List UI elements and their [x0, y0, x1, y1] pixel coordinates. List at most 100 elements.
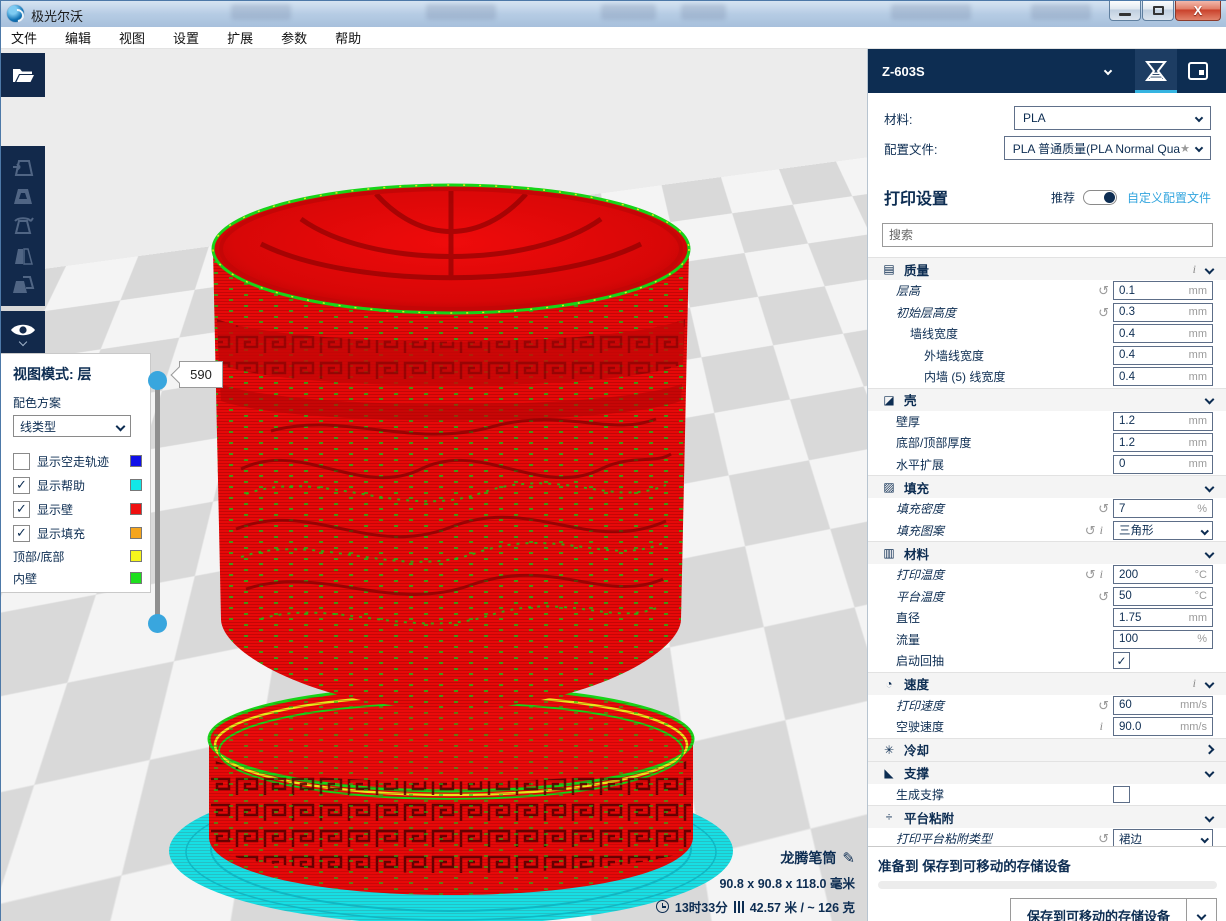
setting-value-input[interactable]: 7%	[1113, 499, 1213, 518]
section-header-material[interactable]: ▥材料	[868, 541, 1226, 564]
menu-item-5[interactable]: 参数	[281, 28, 307, 47]
reset-icon[interactable]: ↺	[1085, 568, 1096, 581]
printer-chevron-icon[interactable]	[1104, 67, 1112, 75]
reset-icon[interactable]: ↺	[1098, 590, 1109, 603]
model-preview[interactable]	[151, 149, 771, 921]
section-header-adhesion[interactable]: ÷平台粘附	[868, 805, 1226, 828]
save-options-dropdown[interactable]	[1186, 899, 1216, 921]
setting-checkbox[interactable]	[1113, 786, 1130, 803]
viewport-3d[interactable]: 视图模式: 层 配色方案 线类型 显示空走轨迹✓显示帮助✓显示壁✓显示填充 顶部…	[1, 49, 867, 921]
reset-icon[interactable]: ↺	[1098, 832, 1109, 845]
info-icon[interactable]: i	[1100, 523, 1103, 538]
view-mode-button[interactable]	[1, 311, 45, 355]
section-header-cooling[interactable]: ✳冷却	[868, 738, 1226, 761]
scale-tool-icon[interactable]	[11, 184, 35, 208]
info-icon[interactable]: i	[1100, 567, 1103, 582]
reset-icon[interactable]: ↺	[1098, 699, 1109, 712]
profile-value: PLA 普通质量(PLA Normal Qua	[1013, 140, 1180, 157]
checkbox[interactable]: ✓	[13, 501, 30, 518]
menu-item-3[interactable]: 设置	[173, 28, 199, 47]
reset-icon[interactable]: ↺	[1085, 524, 1096, 537]
settings-search[interactable]	[882, 223, 1213, 247]
info-icon[interactable]: i	[1193, 676, 1196, 691]
setting-value-input[interactable]: 1.2mm	[1113, 433, 1213, 452]
close-button[interactable]: X	[1175, 1, 1221, 21]
setting-value-input[interactable]: 60mm/s	[1113, 696, 1213, 715]
setting-unit: °C	[1195, 590, 1207, 602]
section-header-infill[interactable]: ▨填充	[868, 475, 1226, 498]
layer-slider-handle-bottom[interactable]	[148, 614, 167, 633]
setting-unit: mm	[1189, 306, 1207, 318]
menu-bar: 文件 编辑 视图 设置 扩展 参数 帮助	[1, 27, 1226, 49]
setting-value-input[interactable]: 0.1mm	[1113, 281, 1213, 300]
reset-icon[interactable]: ↺	[1098, 502, 1109, 515]
chevron-down-icon	[1195, 144, 1203, 152]
layer-slider[interactable]	[147, 371, 167, 633]
per-model-settings-icon[interactable]	[11, 273, 35, 297]
setting-value-select[interactable]: 三角形	[1113, 521, 1213, 540]
menu-item-0[interactable]: 文件	[11, 28, 37, 47]
minimize-button[interactable]	[1109, 1, 1141, 21]
setting-value-input[interactable]: 0mm	[1113, 455, 1213, 474]
section-header-quality[interactable]: ▤质量i	[868, 257, 1226, 280]
setting-value-input[interactable]: 50°C	[1113, 587, 1213, 606]
save-to-removable-button[interactable]: 保存到可移动的存储设备	[1010, 898, 1217, 921]
move-tool-icon[interactable]	[11, 155, 35, 179]
custom-profile-link[interactable]: 自定义配置文件	[1127, 189, 1211, 206]
menu-item-4[interactable]: 扩展	[227, 28, 253, 47]
chevron-down-icon	[1195, 114, 1203, 122]
setting-row: 启动回抽✓	[868, 650, 1226, 672]
window-ghost	[891, 4, 971, 20]
menu-item-2[interactable]: 视图	[119, 28, 145, 47]
checkbox[interactable]: ✓	[13, 525, 30, 542]
section-header-speed[interactable]: ◔速度i	[868, 672, 1226, 695]
checkbox[interactable]: ✓	[13, 477, 30, 494]
layer-slider-handle-top[interactable]	[148, 371, 167, 390]
reset-icon[interactable]: ↺	[1098, 306, 1109, 319]
material-select[interactable]: PLA	[1014, 106, 1211, 130]
monitor-tab[interactable]	[1177, 49, 1219, 93]
mode-toggle[interactable]	[1083, 190, 1117, 205]
setting-value-input[interactable]: 200°C	[1113, 565, 1213, 584]
chevron-down-icon	[1205, 679, 1215, 689]
checkbox[interactable]	[13, 453, 30, 470]
setting-value-input[interactable]: 0.4mm	[1113, 367, 1213, 386]
material-row: 材料: PLA	[884, 103, 1211, 133]
setting-value-input[interactable]: 90.0mm/s	[1113, 717, 1213, 736]
maximize-button[interactable]	[1142, 1, 1174, 21]
setting-value-input[interactable]: 1.75mm	[1113, 608, 1213, 627]
view-option-row: ✓显示帮助	[13, 473, 142, 497]
setting-label: 墙线宽度	[868, 325, 1113, 342]
setting-label: 填充密度	[868, 500, 1098, 517]
open-file-button[interactable]	[1, 53, 45, 97]
setting-value-input[interactable]: 100%	[1113, 630, 1213, 649]
color-scheme-select[interactable]: 线类型	[13, 415, 131, 437]
setting-unit: mm	[1189, 285, 1207, 297]
menu-item-6[interactable]: 帮助	[335, 28, 361, 47]
print-time-icon	[656, 900, 669, 913]
section-header-shell[interactable]: ◪壳	[868, 388, 1226, 411]
setting-value-input[interactable]: 0.4mm	[1113, 346, 1213, 365]
recommended-label: 推荐	[1051, 189, 1075, 206]
setting-value-input[interactable]: 0.3mm	[1113, 303, 1213, 322]
rotate-tool-icon[interactable]	[11, 214, 35, 238]
setting-value-input[interactable]: 1.2mm	[1113, 412, 1213, 431]
menu-item-1[interactable]: 编辑	[65, 28, 91, 47]
legend-row: 顶部/底部	[13, 545, 142, 567]
reset-icon[interactable]: ↺	[1098, 284, 1109, 297]
setting-row: 空驶速度i90.0mm/s	[868, 716, 1226, 738]
layer-slider-track[interactable]	[155, 379, 160, 625]
profile-select[interactable]: PLA 普通质量(PLA Normal Qua ★	[1004, 136, 1211, 160]
section-header-support[interactable]: ◣支撑	[868, 761, 1226, 784]
slice-view-tab[interactable]	[1135, 49, 1177, 93]
mirror-tool-icon[interactable]	[11, 244, 35, 268]
search-input[interactable]	[889, 228, 1206, 242]
info-icon[interactable]: i	[1193, 262, 1196, 277]
setting-checkbox[interactable]: ✓	[1113, 652, 1130, 669]
setting-row: 流量100%	[868, 629, 1226, 651]
setting-unit: mm	[1189, 371, 1207, 383]
section-label: 填充	[904, 478, 1206, 497]
info-icon[interactable]: i	[1100, 719, 1103, 734]
rename-pencil-icon[interactable]: ✎	[842, 849, 855, 867]
setting-value-input[interactable]: 0.4mm	[1113, 324, 1213, 343]
